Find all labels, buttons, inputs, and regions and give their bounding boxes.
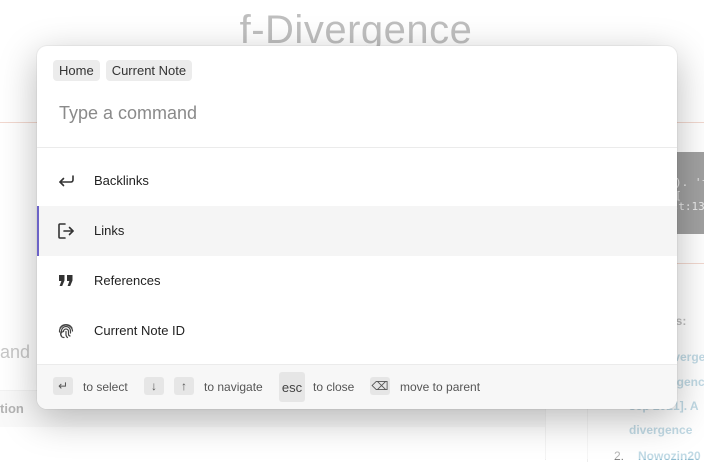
command-item-links[interactable]: Links (37, 206, 677, 256)
command-palette: Home Current Note Backlinks Links (37, 46, 677, 409)
navigate-hint: to navigate (204, 380, 263, 394)
enter-key-icon: ↵ (53, 377, 73, 395)
command-item-label: References (94, 273, 161, 288)
command-item-backlinks[interactable]: Backlinks (37, 156, 677, 206)
close-hint: to close (313, 380, 355, 394)
select-hint: to select (83, 380, 128, 394)
arrow-down-key-icon: ↓ (144, 377, 164, 395)
esc-key: esc (279, 372, 305, 402)
command-item-label: Backlinks (94, 173, 149, 188)
fingerprint-icon (56, 321, 76, 341)
parent-hint: move to parent (400, 380, 481, 394)
breadcrumb-current-note[interactable]: Current Note (105, 60, 193, 81)
arrow-up-key-icon: ↑ (174, 377, 194, 395)
breadcrumb: Home Current Note (53, 60, 193, 81)
breadcrumb-home[interactable]: Home (53, 60, 100, 81)
command-item-label: Links (94, 223, 125, 238)
command-list: Backlinks Links References Current Note … (37, 156, 677, 356)
input-divider (37, 147, 677, 148)
return-arrow-icon (56, 171, 76, 191)
exit-arrow-icon (56, 221, 76, 241)
command-input[interactable] (59, 100, 649, 126)
backspace-key-icon: ⌫ (370, 377, 390, 395)
quote-icon (56, 271, 76, 291)
command-item-current-note-id[interactable]: Current Note ID (37, 306, 677, 356)
command-item-references[interactable]: References (37, 256, 677, 306)
shortcut-footer: ↵ to select ↓ ↑ to navigate esc to close… (37, 364, 677, 409)
command-item-label: Current Note ID (94, 323, 186, 338)
